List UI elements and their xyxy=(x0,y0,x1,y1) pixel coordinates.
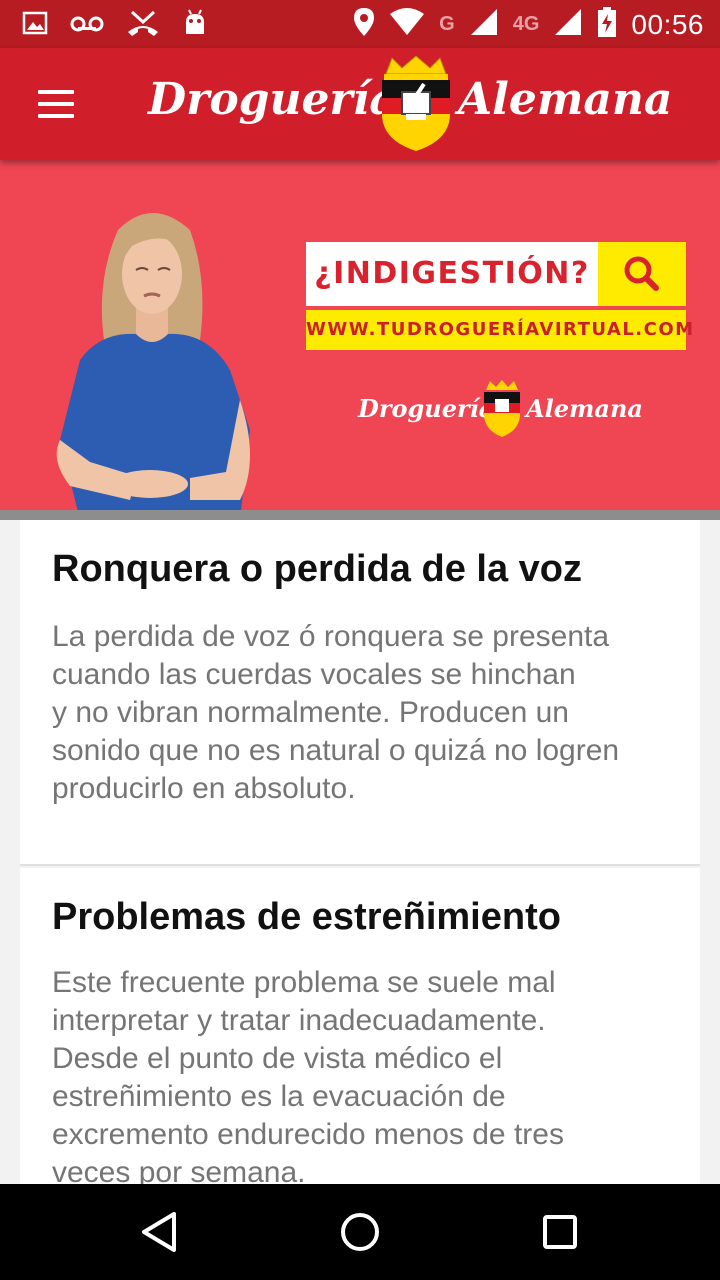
app-logo: Droguería Alemana xyxy=(146,54,672,154)
article-summary: Este frecuente problema se suele mal int… xyxy=(52,966,564,1184)
article-summary: La perdida de voz ó ronquera se presenta… xyxy=(52,620,620,805)
wifi-icon xyxy=(389,8,425,41)
banner-logo: Droguería Alemana xyxy=(358,380,643,440)
app-bar: Droguería Alemana xyxy=(0,48,720,160)
article-card[interactable]: Ronquera o perdida de la voz La perdida … xyxy=(20,520,700,866)
article-title: Ronquera o perdida de la voz xyxy=(52,548,582,590)
location-icon xyxy=(353,7,375,42)
hamburger-menu-button[interactable] xyxy=(26,80,86,128)
search-icon xyxy=(624,256,659,291)
banner-crest-icon xyxy=(484,380,520,437)
article-list: Ronquera o perdida de la voz La perdida … xyxy=(0,520,720,1184)
banner-logo-left: Droguería xyxy=(358,394,495,423)
status-bar: G 4G 00:56 xyxy=(0,0,720,48)
banner-logo-right: Alemana xyxy=(526,394,643,423)
recents-icon xyxy=(543,1215,577,1249)
article-card[interactable]: Problemas de estreñimiento Este frecuent… xyxy=(20,868,700,1184)
article-title: Problemas de estreñimiento xyxy=(52,896,561,938)
home-button[interactable] xyxy=(332,1208,388,1256)
signal-icon xyxy=(469,7,499,42)
recents-button[interactable] xyxy=(532,1208,588,1256)
promo-banner[interactable]: ¿INDIGESTIÓN? WWW.TUDROGUERÍAVIRTUAL.COM… xyxy=(0,160,720,510)
back-icon xyxy=(142,1212,176,1252)
logo-text-left: Droguería xyxy=(148,74,398,125)
image-notification-icon xyxy=(22,10,48,41)
android-icon xyxy=(182,8,208,43)
missed-call-icon xyxy=(126,8,160,43)
signal-icon-2 xyxy=(553,7,583,42)
battery-charging-icon xyxy=(597,6,617,43)
woman-illustration xyxy=(56,213,250,510)
banner-headline: ¿INDIGESTIÓN? xyxy=(314,256,590,291)
crest-icon xyxy=(382,56,450,151)
clock: 00:56 xyxy=(631,8,704,40)
banner-search-button[interactable] xyxy=(598,242,686,306)
logo-text-right: Alemana xyxy=(458,74,673,125)
network-type-4g: 4G xyxy=(512,13,540,35)
indigestion-search-box[interactable]: ¿INDIGESTIÓN? xyxy=(306,242,686,306)
voicemail-icon xyxy=(70,10,104,41)
back-button[interactable] xyxy=(132,1208,188,1256)
banner-divider xyxy=(0,510,720,520)
network-type-g: G xyxy=(439,13,455,35)
home-icon xyxy=(341,1213,379,1251)
system-navigation-bar xyxy=(0,1184,720,1280)
banner-url: WWW.TUDROGUERÍAVIRTUAL.COM xyxy=(306,310,693,350)
